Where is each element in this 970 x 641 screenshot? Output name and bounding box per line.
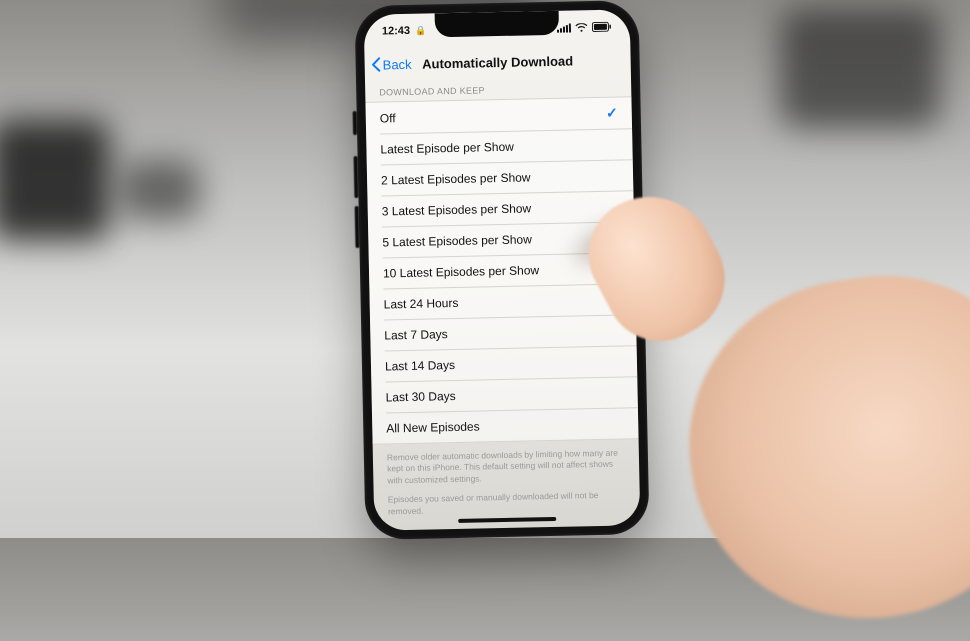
battery-icon [592, 22, 612, 32]
option-row[interactable]: All New Episodes [372, 407, 639, 444]
home-indicator[interactable] [458, 517, 556, 523]
options-list: Off ✓ Latest Episode per Show 2 Latest Epis… [365, 96, 638, 444]
cellular-icon [557, 23, 571, 32]
check-icon: ✓ [606, 105, 618, 122]
option-label: 10 Latest Episodes per Show [383, 263, 539, 280]
iphone-frame: 12:43 🔒 Back Automatically Download DOWN… [354, 0, 649, 540]
back-label: Back [383, 56, 412, 72]
footer-note-1: Remove older automatic downloads by limi… [373, 439, 640, 487]
option-label: Last 14 Days [385, 358, 455, 373]
option-label: Last 30 Days [385, 388, 455, 403]
page-title: Automatically Download [422, 53, 573, 71]
status-time: 12:43 [382, 25, 410, 38]
option-label: 3 Latest Episodes per Show [382, 201, 532, 218]
chevron-left-icon [369, 56, 383, 72]
notch [435, 11, 559, 38]
option-label: Last 7 Days [384, 327, 448, 342]
option-label: All New Episodes [386, 419, 480, 435]
nav-bar: Back Automatically Download [364, 46, 630, 78]
back-button[interactable]: Back [369, 56, 412, 73]
option-label: Off [380, 111, 396, 125]
option-label: Last 24 Hours [384, 295, 459, 311]
option-label: 2 Latest Episodes per Show [381, 170, 531, 187]
option-label: Latest Episode per Show [380, 139, 514, 156]
wifi-icon [575, 23, 588, 32]
screen: 12:43 🔒 Back Automatically Download DOWN… [364, 9, 641, 530]
footer-note-2: Episodes you saved or manually downloade… [374, 482, 641, 519]
option-label: 5 Latest Episodes per Show [382, 232, 532, 249]
lock-icon: 🔒 [415, 26, 426, 36]
